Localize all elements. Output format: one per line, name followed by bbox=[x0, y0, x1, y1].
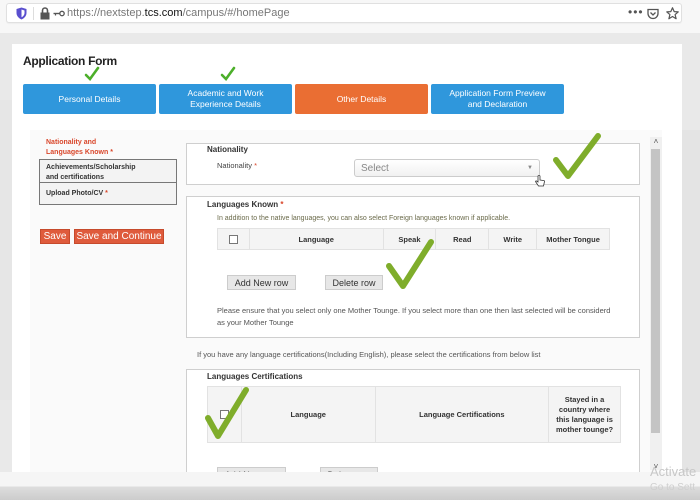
table-header-row: Language Language Certifications Stayed … bbox=[207, 386, 621, 443]
note-line1: Please ensure that you select only one M… bbox=[217, 306, 611, 315]
sidebar-item-achievements[interactable]: Achievements/Scholarship and certificati… bbox=[39, 159, 177, 183]
header-line2: country where bbox=[558, 404, 611, 414]
sidebar-item-label-line1: Achievements/Scholarship bbox=[46, 164, 136, 171]
windows-activate-watermark: Activate bbox=[650, 464, 697, 479]
column-header-stayed-in-country: Stayed in a country where this language … bbox=[548, 386, 621, 443]
browser-toolbar: https://nextstep.tcs.com/campus/#/homePa… bbox=[0, 0, 700, 33]
certifications-intro: If you have any language certifications(… bbox=[197, 350, 541, 359]
save-and-continue-button[interactable]: Save and Continue bbox=[74, 229, 164, 244]
url-prefix: https://nextstep. bbox=[67, 7, 145, 19]
required-asterisk: * bbox=[105, 190, 108, 197]
shield-icon[interactable] bbox=[16, 7, 27, 20]
languages-hint: In addition to the native languages, you… bbox=[217, 215, 511, 222]
step-complete-check-icon bbox=[84, 66, 100, 81]
column-header-language-certifications: Language Certifications bbox=[374, 386, 550, 443]
windows-activate-watermark-sub: Go to Sett bbox=[650, 482, 696, 493]
field-label-text: Nationality bbox=[217, 161, 253, 170]
sidebar-item-nationality-languages[interactable]: Nationality and Languages Known * bbox=[46, 138, 113, 158]
separator bbox=[33, 7, 34, 20]
annotation-check-icon bbox=[205, 387, 249, 439]
note-line2: as your Mother Tounge bbox=[217, 318, 294, 327]
background-watermark-right bbox=[682, 130, 700, 490]
select-all-checkbox[interactable] bbox=[228, 234, 238, 244]
column-header-read: Read bbox=[435, 228, 490, 250]
pocket-icon[interactable] bbox=[647, 8, 659, 20]
section-title-text: Languages Known bbox=[207, 200, 279, 209]
lock-icon[interactable] bbox=[39, 7, 51, 20]
step-label: Other Details bbox=[336, 93, 387, 104]
hand-cursor-icon bbox=[535, 175, 545, 187]
nationality-select[interactable]: Select ▼ bbox=[354, 159, 540, 177]
select-value: Select bbox=[361, 163, 389, 174]
page-title: Application Form bbox=[23, 54, 117, 68]
step-complete-check-icon bbox=[220, 66, 236, 81]
step-academic-work-details[interactable]: Academic and Work Experience Details bbox=[159, 84, 292, 114]
languages-known-title: Languages Known * bbox=[207, 200, 283, 209]
bookmark-star-icon[interactable] bbox=[666, 7, 679, 20]
url-path: /campus/#/homePage bbox=[182, 7, 290, 19]
step-other-details[interactable]: Other Details bbox=[295, 84, 428, 114]
add-new-row-button[interactable]: Add New row bbox=[227, 275, 296, 290]
mother-tongue-note: Please ensure that you select only one M… bbox=[217, 305, 610, 329]
url-domain: tcs.com bbox=[144, 7, 183, 19]
required-asterisk: * bbox=[110, 149, 113, 156]
header-line3: this language is bbox=[556, 414, 613, 424]
sidebar-item-label: Upload Photo/CV bbox=[46, 190, 104, 197]
select-all-cell bbox=[217, 228, 250, 250]
annotation-check-icon bbox=[553, 133, 601, 179]
step-preview-declaration[interactable]: Application Form Preview and Declaration bbox=[431, 84, 564, 114]
sidebar-item-upload-photo-cv[interactable]: Upload Photo/CV * bbox=[39, 182, 177, 205]
delete-row-button[interactable]: Delete row bbox=[325, 275, 383, 290]
more-actions-icon[interactable]: ••• bbox=[628, 5, 644, 19]
header-line1: Stayed in a bbox=[564, 394, 605, 404]
scroll-up-arrow-icon[interactable]: ˄ bbox=[651, 137, 661, 147]
column-header-write: Write bbox=[488, 228, 538, 250]
step-label: Personal Details bbox=[58, 93, 121, 104]
scrollbar-thumb[interactable] bbox=[651, 149, 660, 433]
language-certifications-title: Languages Certifications bbox=[207, 372, 303, 381]
column-header-mother-tongue: Mother Tongue bbox=[536, 228, 610, 250]
save-button[interactable]: Save bbox=[40, 229, 70, 244]
step-personal-details[interactable]: Personal Details bbox=[23, 84, 156, 114]
nationality-field-label: Nationality * bbox=[217, 161, 257, 170]
required-asterisk: * bbox=[280, 200, 284, 209]
step-label-line1: Academic and Work bbox=[187, 88, 264, 98]
header-line4: mother tounge? bbox=[556, 424, 614, 434]
sidebar-item-label-line1: Nationality and bbox=[46, 139, 97, 146]
browser-bottom-bar bbox=[0, 472, 700, 500]
step-label-line2: and Declaration bbox=[467, 99, 528, 109]
address-bar[interactable]: https://nextstep.tcs.com/campus/#/homePa… bbox=[6, 3, 682, 23]
sidebar-item-label-line2: Languages Known bbox=[46, 149, 109, 156]
key-icon[interactable] bbox=[53, 7, 65, 20]
column-header-language: Language bbox=[240, 386, 376, 443]
certifications-table: Language Language Certifications Stayed … bbox=[207, 386, 621, 443]
step-label-line2: Experience Details bbox=[190, 99, 261, 109]
column-header-language: Language bbox=[248, 228, 384, 250]
step-label-line1: Application Form Preview bbox=[449, 88, 546, 98]
chevron-down-icon: ▼ bbox=[527, 165, 533, 171]
nationality-section-title: Nationality bbox=[207, 145, 248, 154]
required-asterisk: * bbox=[254, 161, 258, 170]
url-text[interactable]: https://nextstep.tcs.com/campus/#/homePa… bbox=[67, 7, 290, 19]
annotation-check-icon bbox=[386, 239, 434, 289]
